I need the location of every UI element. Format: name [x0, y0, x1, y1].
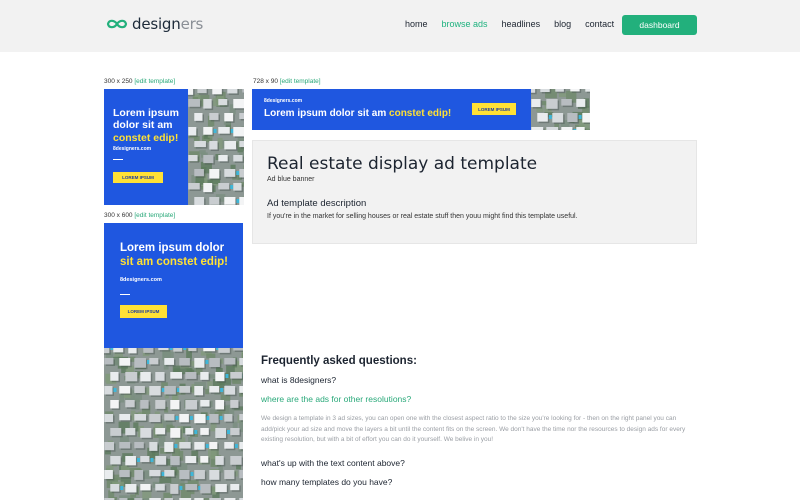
ad-cta-button: LOREM IPSUM — [120, 305, 167, 318]
template-subtitle: Ad blue banner — [267, 176, 315, 183]
logo-text-dark: design — [132, 15, 181, 33]
aerial-houses-photo — [104, 348, 243, 500]
ad-cta-button: LOREM IPSUM — [113, 172, 163, 183]
edit-template-link[interactable]: [edit template] — [134, 78, 175, 85]
edit-template-link[interactable]: [edit template] — [134, 212, 175, 219]
ad-divider — [120, 294, 130, 295]
nav-home[interactable]: home — [405, 19, 428, 29]
ad-headline-yellow: sit am constet edip! — [120, 255, 228, 268]
nav-headlines[interactable]: headlines — [502, 19, 541, 29]
logo-text-light: ers — [180, 15, 204, 33]
faq-question-1[interactable]: what is 8designers? — [261, 375, 701, 385]
template-title: Real estate display ad template — [267, 154, 538, 174]
faq-answer-2: We design a template in 3 ad sizes, you … — [261, 415, 686, 443]
faq-question-2[interactable]: where are the ads for other resolutions? — [261, 394, 701, 404]
main-nav: home browse ads headlines blog contact — [405, 19, 628, 29]
ad-headline-yellow: constet edip! — [389, 108, 452, 119]
ad-divider — [113, 159, 123, 160]
ad-headline-white: Lorem ipsum dolor sit am — [113, 107, 179, 132]
faq-title: Frequently asked questions: — [261, 355, 417, 367]
ad-cta-button: LOREM IPSUM — [472, 103, 516, 115]
faq-section: Frequently asked questions: what is 8des… — [261, 355, 701, 487]
template-info-panel: Real estate display ad template Ad blue … — [252, 140, 697, 244]
aerial-houses-photo — [531, 89, 590, 130]
description-heading: Ad template description — [267, 198, 367, 209]
nav-blog[interactable]: blog — [554, 19, 571, 29]
ad-preview-300x250[interactable]: Lorem ipsum dolor sit am constet edip! 8… — [104, 89, 244, 205]
size-text: 300 x 250 — [104, 78, 133, 85]
dashboard-button[interactable]: dashboard — [622, 15, 697, 35]
ad-preview-300x600[interactable]: Lorem ipsum dolor sit am constet edip! 8… — [104, 223, 243, 500]
infinity-logo-icon — [106, 19, 128, 29]
nav-contact[interactable]: contact — [585, 19, 614, 29]
site-header: designers home browse ads headlines blog… — [0, 0, 800, 52]
size-text: 300 x 600 — [104, 212, 133, 219]
ad-site: 8designers.com — [120, 277, 162, 283]
ad-headline-white: Lorem ipsum dolor sit am — [264, 108, 390, 119]
ad-headline: Lorem ipsum dolor sit am constet edip! — [264, 108, 451, 120]
nav-browse-ads[interactable]: browse ads — [442, 19, 488, 29]
faq-question-3[interactable]: what's up with the text content above? — [261, 458, 701, 468]
aerial-houses-photo — [188, 89, 244, 205]
ad-headline-white: Lorem ipsum dolor — [120, 242, 225, 254]
ad-site: 8designers.com — [113, 146, 152, 152]
ad-headline: Lorem ipsum dolor sit am constet edip! — [113, 107, 195, 144]
edit-template-link[interactable]: [edit template] — [280, 78, 321, 85]
template-description: If you're in the market for selling hous… — [267, 213, 578, 220]
logo-text: designers — [132, 15, 203, 33]
logo[interactable]: designers — [106, 15, 203, 33]
faq-question-4[interactable]: how many templates do you have? — [261, 477, 701, 487]
ad-headline-yellow: constet edip! — [113, 131, 179, 144]
ad-preview-728x90[interactable]: 8designers.com Lorem ipsum dolor sit am … — [252, 89, 590, 130]
size-text: 728 x 90 — [253, 78, 278, 85]
ad-headline: Lorem ipsum dolor sit am constet edip! — [120, 242, 238, 269]
ad-site: 8designers.com — [264, 98, 303, 104]
ad-size-label-300x250: 300 x 250 [edit template] — [104, 78, 175, 85]
ad-size-label-728x90: 728 x 90 [edit template] — [253, 78, 321, 85]
ad-size-label-300x600: 300 x 600 [edit template] — [104, 212, 175, 219]
